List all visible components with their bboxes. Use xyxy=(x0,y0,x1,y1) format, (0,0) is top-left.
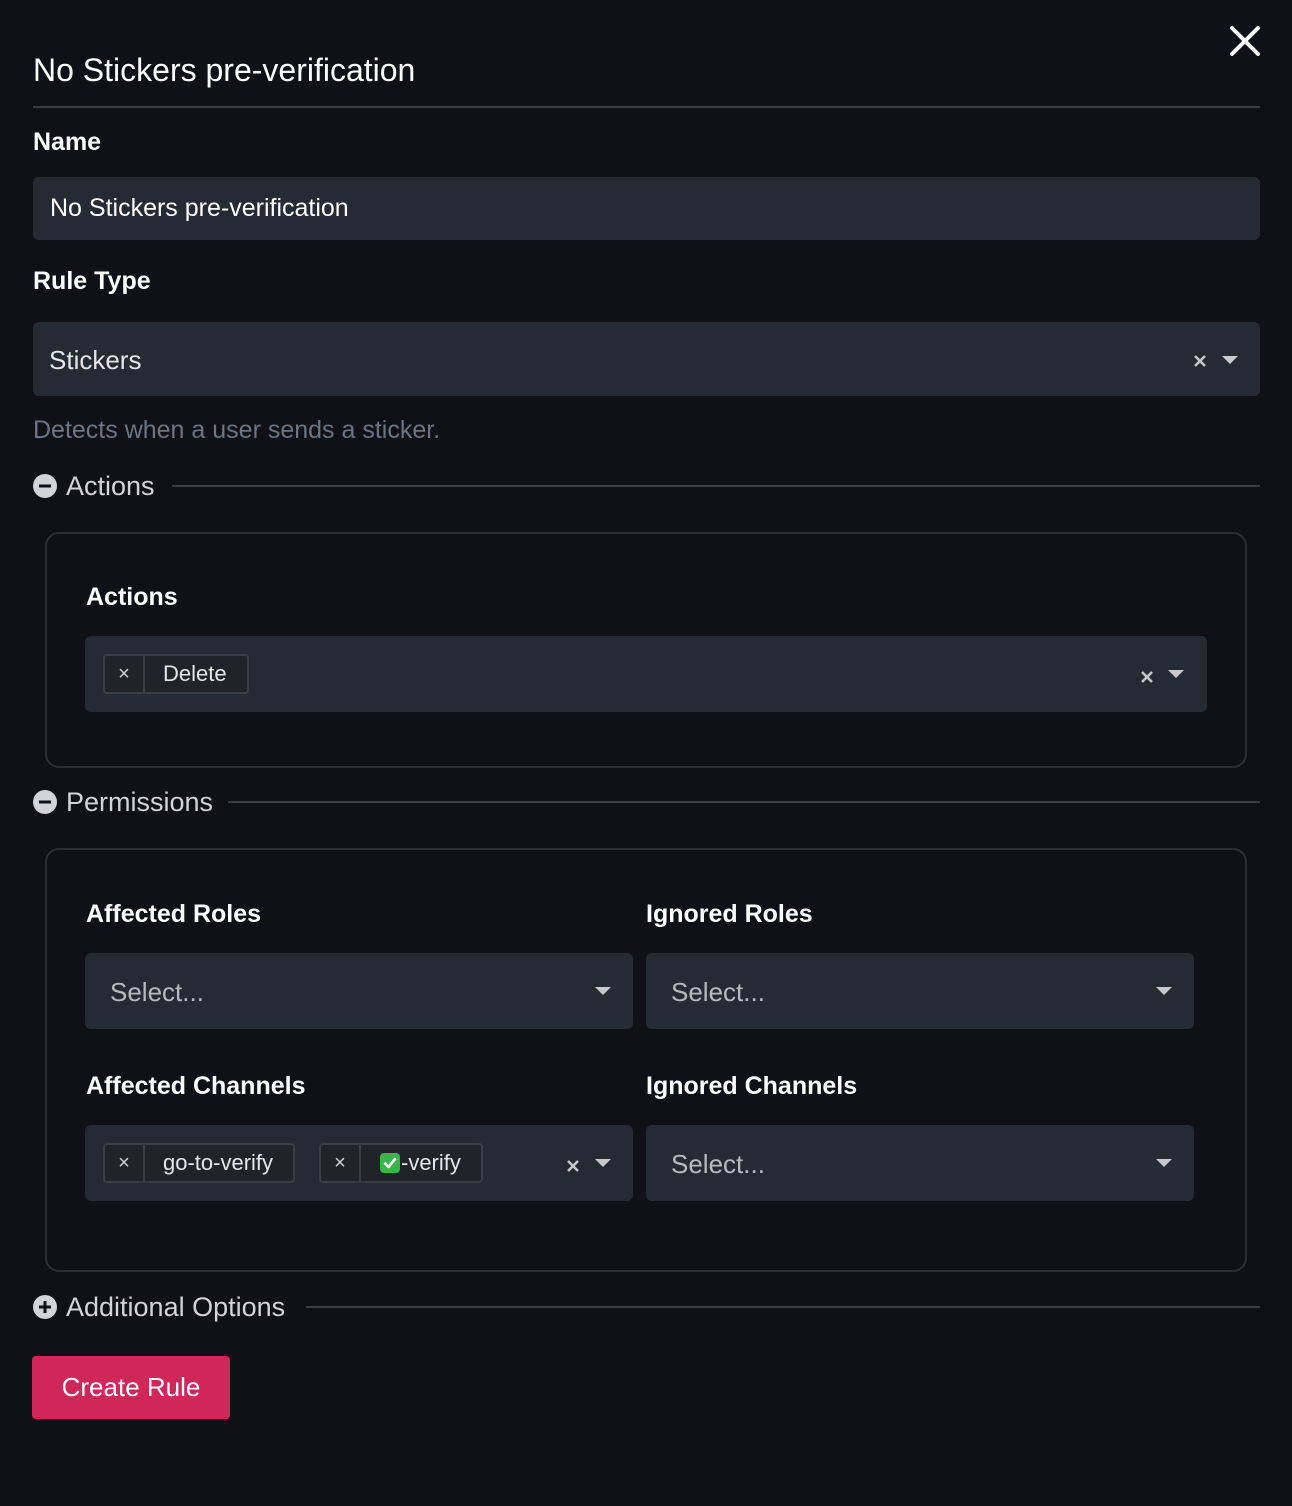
chevron-down-icon[interactable] xyxy=(1156,987,1172,995)
ignored-channels-placeholder: Select... xyxy=(671,1149,765,1179)
chevron-down-icon[interactable] xyxy=(1168,670,1184,678)
collapse-minus-icon xyxy=(33,474,57,498)
chevron-down-icon[interactable] xyxy=(1222,356,1238,364)
clear-icon[interactable] xyxy=(565,1158,581,1174)
remove-chip-icon[interactable]: × xyxy=(105,1145,145,1181)
affected-channels-select[interactable]: × go-to-verify × -verify xyxy=(85,1125,633,1201)
action-chip-delete: × Delete xyxy=(103,654,249,694)
additional-options-divider xyxy=(306,1306,1260,1308)
rule-type-value: Stickers xyxy=(49,345,142,375)
affected-roles-select[interactable]: Select... xyxy=(85,953,633,1029)
affected-roles-placeholder: Select... xyxy=(110,977,204,1007)
ignored-roles-label: Ignored Roles xyxy=(646,900,813,928)
chip-label: Delete xyxy=(163,661,227,686)
chip-label-wrap: -verify xyxy=(361,1150,481,1176)
chevron-down-icon[interactable] xyxy=(1156,1159,1172,1167)
create-rule-modal: No Stickers pre-verification Name Rule T… xyxy=(0,0,1292,1506)
clear-icon[interactable] xyxy=(1192,353,1208,369)
ignored-roles-placeholder: Select... xyxy=(671,977,765,1007)
expand-plus-icon xyxy=(33,1295,57,1319)
actions-field-label: Actions xyxy=(86,583,178,611)
permissions-section-divider xyxy=(228,801,1260,803)
ignored-channels-select[interactable]: Select... xyxy=(646,1125,1194,1201)
rule-type-help: Detects when a user sends a sticker. xyxy=(33,416,441,444)
rule-type-select[interactable]: Stickers xyxy=(33,322,1260,396)
chip-label: go-to-verify xyxy=(163,1150,274,1175)
additional-options-label: Additional Options xyxy=(66,1291,286,1322)
remove-chip-icon[interactable]: × xyxy=(105,656,145,692)
create-rule-button[interactable]: Create Rule xyxy=(32,1356,230,1419)
name-input[interactable] xyxy=(33,177,1260,240)
affected-roles-label: Affected Roles xyxy=(86,900,262,928)
clear-icon[interactable] xyxy=(1139,669,1155,685)
actions-section-toggle[interactable]: Actions xyxy=(33,469,155,503)
actions-panel: Actions × Delete xyxy=(45,532,1247,768)
actions-section-label: Actions xyxy=(66,470,155,501)
permissions-section-label: Permissions xyxy=(66,786,214,817)
channel-chip-go-to-verify: × go-to-verify xyxy=(103,1143,296,1183)
collapse-minus-icon xyxy=(33,790,57,814)
close-icon[interactable] xyxy=(1226,22,1264,60)
additional-options-toggle[interactable]: Additional Options xyxy=(33,1290,285,1324)
rule-type-label: Rule Type xyxy=(33,267,151,295)
modal-title: No Stickers pre-verification xyxy=(33,52,416,88)
check-mark-button-icon xyxy=(380,1153,400,1173)
name-label: Name xyxy=(33,128,102,156)
chip-label: -verify xyxy=(401,1150,461,1175)
affected-channels-label: Affected Channels xyxy=(86,1072,306,1100)
remove-chip-icon[interactable]: × xyxy=(321,1145,361,1181)
channel-chip-verify: × -verify xyxy=(319,1143,483,1183)
chevron-down-icon[interactable] xyxy=(595,987,611,995)
ignored-roles-select[interactable]: Select... xyxy=(646,953,1194,1029)
actions-select[interactable]: × Delete xyxy=(85,636,1207,712)
permissions-panel: Affected Roles Select... Ignored Roles S… xyxy=(45,848,1247,1272)
actions-section-divider xyxy=(172,485,1260,487)
title-divider xyxy=(33,106,1260,108)
chevron-down-icon[interactable] xyxy=(595,1159,611,1167)
ignored-channels-label: Ignored Channels xyxy=(646,1072,858,1100)
permissions-section-toggle[interactable]: Permissions xyxy=(33,785,213,819)
